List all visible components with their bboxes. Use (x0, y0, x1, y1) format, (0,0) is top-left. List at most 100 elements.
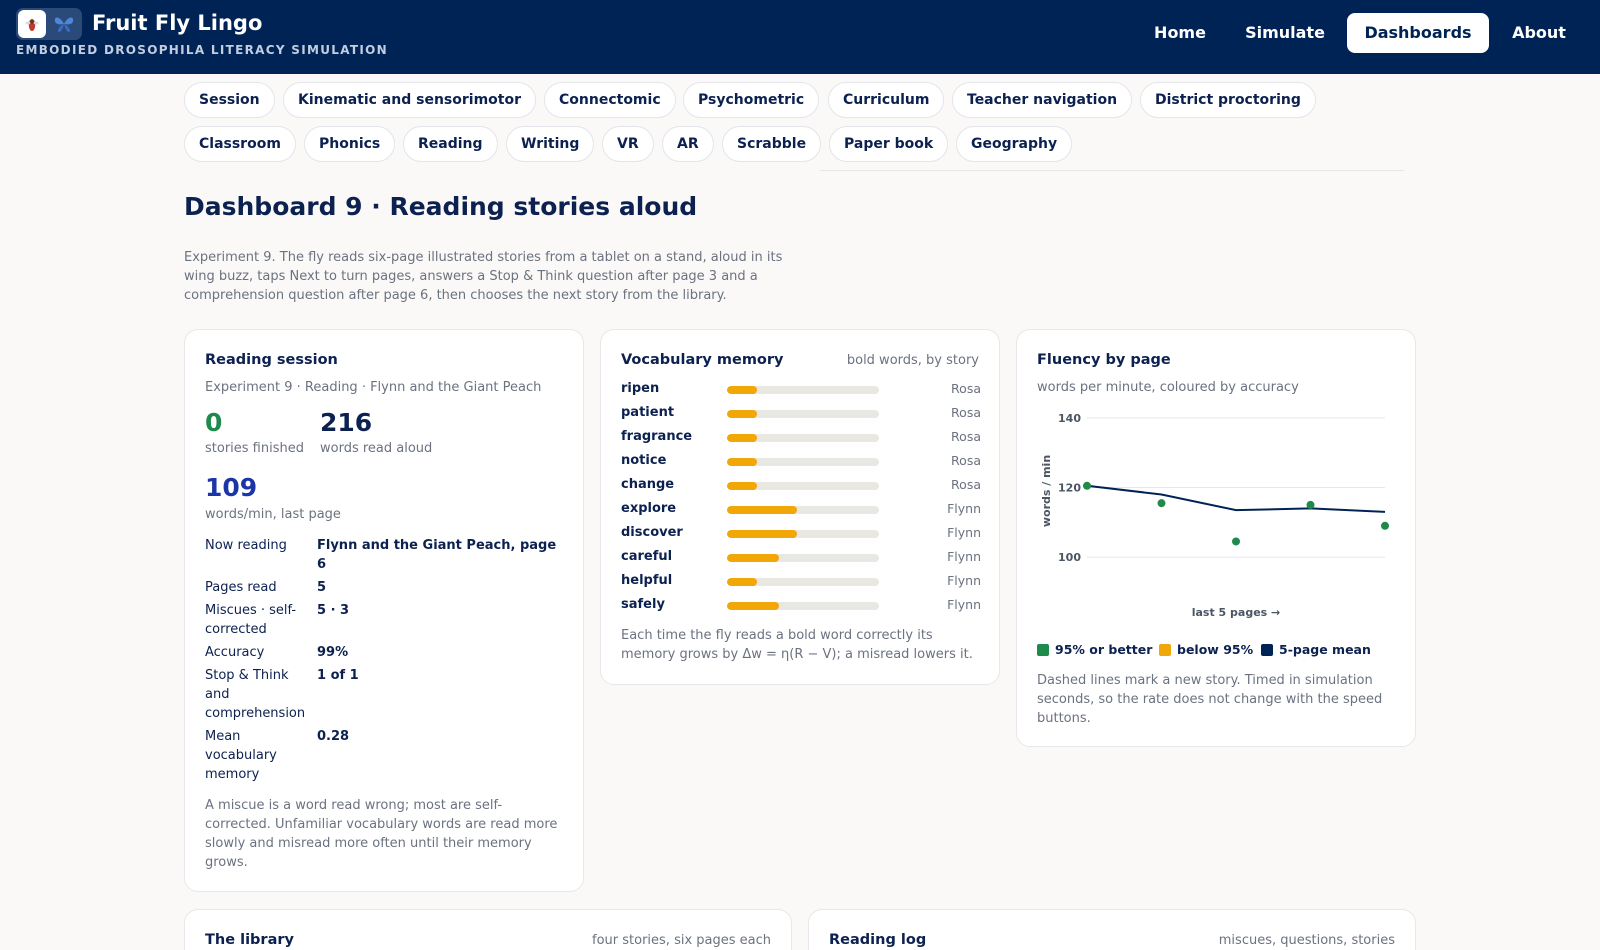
nav-simulate[interactable]: Simulate (1232, 13, 1338, 53)
detail-now-reading: Now reading Flynn and the Giant Peach, p… (205, 538, 557, 572)
card-subtitle: miscues, questions, stories (1218, 933, 1395, 948)
page-title: Dashboard 9 · Reading stories aloud (184, 192, 698, 221)
wpm-label: words/min, last page (205, 507, 341, 522)
tab-connectomic[interactable]: Connectomic (544, 82, 676, 118)
tab-paper-book[interactable]: Paper book (829, 126, 949, 162)
y-tick-label: 140 (1058, 412, 1081, 425)
reading-log-card: Reading log miscues, questions, stories (808, 909, 1416, 950)
vocab-story: Rosa (951, 381, 981, 396)
vocab-story: Rosa (951, 405, 981, 420)
tab-district-proctoring[interactable]: District proctoring (1140, 82, 1316, 118)
data-point (1381, 521, 1389, 530)
tab-reading[interactable]: Reading (403, 126, 498, 162)
wpm-value: 109 (205, 473, 258, 502)
vocab-word: helpful (621, 573, 673, 588)
legend-swatch (1159, 644, 1171, 656)
detail-miscues: Miscues · self-corrected 5 · 3 (205, 603, 350, 637)
detail-vocab-memory: Mean vocabulary memory 0.28 (205, 729, 350, 782)
vocab-story: Flynn (947, 597, 981, 612)
memory-bar (727, 410, 879, 418)
tab-session[interactable]: Session (184, 82, 275, 118)
legend-good: 95% or better (1037, 642, 1152, 657)
mean-line (1086, 484, 1386, 513)
nav-home[interactable]: Home (1135, 13, 1225, 53)
vocab-story: Rosa (951, 477, 981, 492)
words-read-value: 216 (320, 408, 373, 437)
y-tick-label: 100 (1058, 551, 1081, 564)
tab-divider (820, 170, 1404, 171)
vocab-word: careful (621, 549, 673, 564)
memory-bar-fill (727, 434, 757, 442)
vocab-row: patient Rosa (621, 404, 981, 424)
tab-psychometric[interactable]: Psychometric (683, 82, 820, 118)
reading-session-card: Reading session Experiment 9 · Reading ·… (184, 329, 584, 892)
vocab-word: discover (621, 525, 683, 540)
app-title: Fruit Fly Lingo (92, 11, 263, 35)
card-subtitle: four stories, six pages each (592, 933, 771, 948)
fluency-chart: 100 120 140 words / min last 5 pages → (1040, 412, 1389, 619)
memory-bar (727, 530, 879, 538)
memory-bar-fill (727, 410, 757, 418)
vocab-word: ripen (621, 381, 660, 396)
vocab-row: discover Flynn (621, 524, 981, 544)
vocab-row: helpful Flynn (621, 572, 981, 592)
vocab-word: fragrance (621, 429, 693, 444)
stories-finished-label: stories finished (205, 441, 304, 456)
vocab-word: patient (621, 405, 675, 420)
legend-below: below 95% (1159, 642, 1253, 657)
vocab-story: Flynn (947, 573, 981, 588)
y-axis-label: words / min (1040, 455, 1053, 527)
card-title: Fluency by page (1037, 352, 1171, 368)
vocab-story: Rosa (951, 429, 981, 444)
memory-bar-fill (727, 578, 757, 586)
nav-about[interactable]: About (1498, 13, 1580, 53)
legend-swatch (1261, 644, 1273, 656)
memory-bar (727, 482, 879, 490)
vocab-row: notice Rosa (621, 452, 981, 472)
nav-dashboards[interactable]: Dashboards (1347, 13, 1489, 53)
data-point (1083, 481, 1091, 490)
card-title: Reading session (205, 352, 338, 368)
vocab-story: Rosa (951, 453, 981, 468)
vocab-story: Flynn (947, 525, 981, 540)
vocab-word: explore (621, 501, 677, 516)
tab-writing[interactable]: Writing (506, 126, 595, 162)
x-axis-label: last 5 pages → (1192, 606, 1281, 619)
top-bar: Fruit Fly Lingo EMBODIED DROSOPHILA LITE… (0, 0, 1600, 74)
tab-phonics[interactable]: Phonics (304, 126, 396, 162)
memory-bar (727, 386, 879, 394)
vocab-row: change Rosa (621, 476, 981, 496)
memory-bar (727, 506, 879, 514)
tab-vr[interactable]: VR (602, 126, 654, 162)
tab-teacher-navigation[interactable]: Teacher navigation (952, 82, 1133, 118)
vocab-row: careful Flynn (621, 548, 981, 568)
memory-bar-fill (727, 386, 757, 394)
memory-bar-fill (727, 506, 797, 514)
card-title: Vocabulary memory (621, 352, 784, 368)
legend-swatch (1037, 644, 1049, 656)
data-point (1232, 537, 1240, 546)
vocab-row: safely Flynn (621, 596, 981, 616)
memory-bar (727, 458, 879, 466)
y-tick-label: 120 (1058, 482, 1081, 495)
app-subtitle: EMBODIED DROSOPHILA LITERACY SIMULATION (16, 43, 388, 57)
tab-scrabble[interactable]: Scrabble (722, 126, 822, 162)
card-subtitle: words per minute, coloured by accuracy (1037, 380, 1299, 395)
vocab-note: Each time the fly reads a bold word corr… (621, 628, 973, 662)
stories-finished-value: 0 (205, 408, 223, 437)
app-logo[interactable] (16, 8, 82, 40)
detail-questions: Stop & Think and comprehension 1 of 1 (205, 668, 359, 721)
legend-mean: 5-page mean (1261, 642, 1371, 657)
card-title: Reading log (829, 932, 927, 948)
tab-classroom[interactable]: Classroom (184, 126, 296, 162)
memory-bar-fill (727, 530, 797, 538)
card-title: The library (205, 932, 294, 948)
vocab-row: explore Flynn (621, 500, 981, 520)
memory-bar (727, 602, 879, 610)
vocab-word: safely (621, 597, 665, 612)
tab-ar[interactable]: AR (662, 126, 714, 162)
memory-bar (727, 578, 879, 586)
tab-geography[interactable]: Geography (956, 126, 1073, 162)
tab-curriculum[interactable]: Curriculum (828, 82, 945, 118)
tab-kinematic[interactable]: Kinematic and sensorimotor (283, 82, 536, 118)
